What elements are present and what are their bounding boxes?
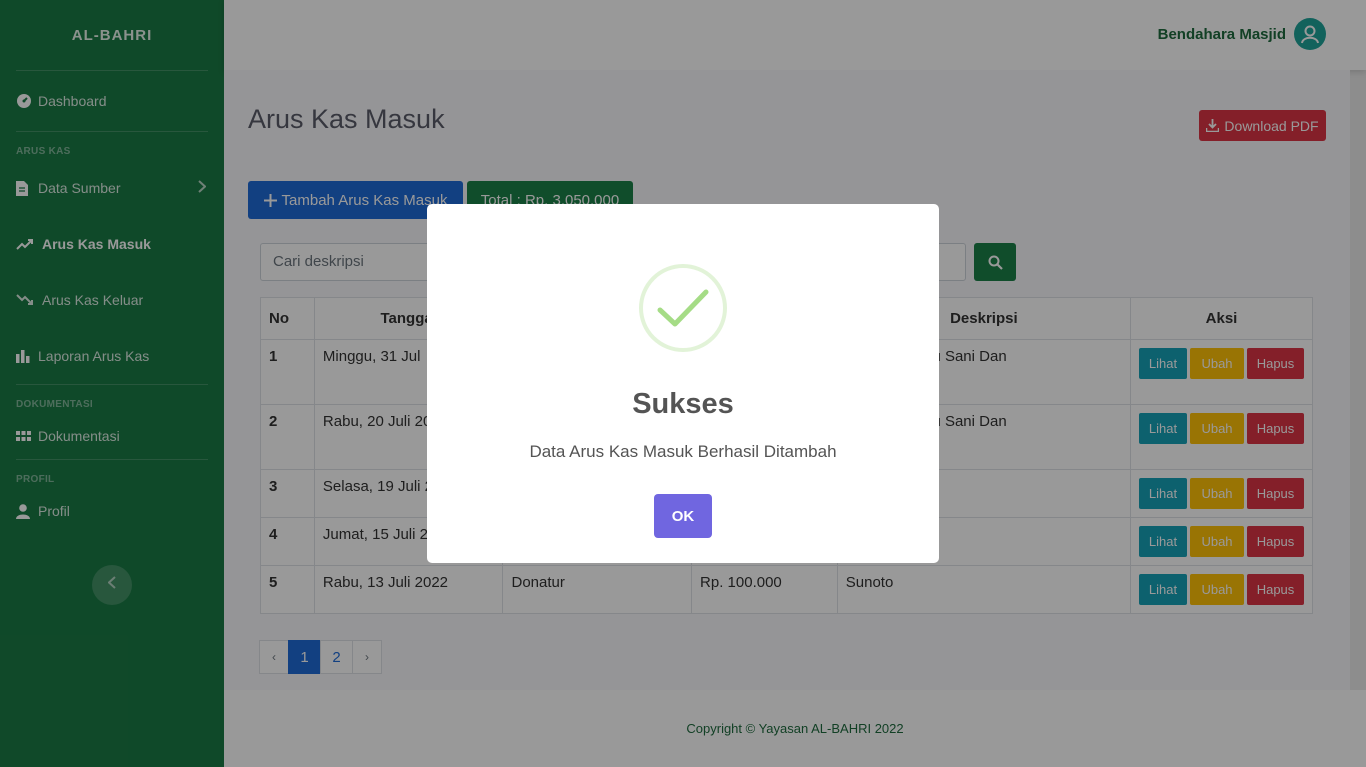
- modal-title: Sukses: [632, 388, 734, 420]
- modal-message: Data Arus Kas Masuk Berhasil Ditambah: [529, 442, 837, 461]
- success-check-icon: [639, 264, 727, 352]
- success-modal: Sukses Data Arus Kas Masuk Berhasil Dita…: [427, 204, 939, 563]
- ok-button[interactable]: OK: [654, 494, 712, 538]
